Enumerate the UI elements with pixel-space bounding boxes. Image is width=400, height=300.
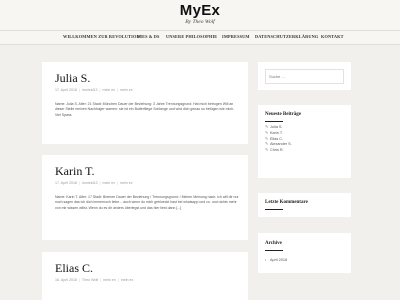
post-card: Elias C. 16. April 2018 | Theo Wolf | mein e… (42, 252, 248, 300)
post-card: Julia S. 17. April 2018 | ironieid13 | mein … (42, 62, 248, 144)
nav-item-impressum[interactable]: IMPRESSUM (222, 34, 250, 39)
search-input[interactable] (265, 69, 344, 84)
widget-title-underline (265, 209, 283, 210)
post-author[interactable]: ironieid13 (82, 88, 98, 92)
nav-item-philosophie[interactable]: UNSERE PHILOSOPHIE (166, 34, 217, 39)
post-date[interactable]: 17. April 2018 (55, 88, 77, 92)
nav-item-datenschutz[interactable]: DATENSCHUTZERKLÄRUNG (255, 34, 318, 39)
post-meta: 17. April 2018 | ironieid13 | mein ex | mein e… (55, 181, 133, 185)
widget-title: Letzte Kommentare (265, 200, 308, 205)
recent-post-label: Karin T. (270, 130, 283, 135)
site-title[interactable]: MyEx (0, 2, 400, 19)
recent-post-label: Elias C. (270, 136, 284, 141)
recent-comments-widget: Letzte Kommentare (258, 193, 351, 217)
post-title[interactable]: Julia S. (55, 71, 90, 86)
post-excerpt: Name: Karin T. Alter: 17 Stadt: Bremen D… (55, 195, 239, 210)
widget-title: Neueste Beiträge (265, 112, 301, 117)
post-tags[interactable]: mein ex (120, 88, 133, 92)
archive-item[interactable]: ▪ April 2018 (265, 258, 287, 262)
post-card: Karin T. 17. April 2018 | ironieid13 | mein … (42, 155, 248, 240)
nav-item-kontakt[interactable]: KONTAKT (321, 34, 344, 39)
post-author[interactable]: Theo Wolf (82, 278, 98, 282)
post-category[interactable]: mein ex (102, 88, 115, 92)
recent-post-label: Chris R. (270, 148, 284, 153)
nav-item-dies-ds[interactable]: DIES & DS (137, 34, 160, 39)
archive-label: April 2018 (270, 258, 288, 262)
widget-title-underline (265, 250, 283, 251)
archive-widget: Archive ▪ April 2018 (258, 233, 351, 273)
post-tags[interactable]: mein ex (121, 278, 134, 282)
post-author[interactable]: ironieid13 (82, 181, 98, 185)
post-title[interactable]: Elias C. (55, 261, 93, 276)
widget-title-underline (265, 121, 283, 122)
post-date[interactable]: 17. April 2018 (55, 181, 77, 185)
post-category[interactable]: mein ex (102, 181, 115, 185)
recent-post-label: Alexander S. (270, 142, 292, 147)
nav-item-willkommen[interactable]: WILLKOMMEN ZUR REVOLUTION! (63, 34, 141, 39)
recent-post-item[interactable]: ✎ Chris R. (265, 147, 292, 153)
post-meta: 17. April 2018 | ironieid13 | mein ex | mein e… (55, 88, 133, 92)
post-date[interactable]: 16. April 2018 (55, 278, 77, 282)
post-tags[interactable]: mein ex (120, 181, 133, 185)
widget-title: Archive (265, 241, 282, 246)
site-header: MyEx By Theo Wolf (0, 0, 400, 30)
post-excerpt: Name: Julia S. Alter: 21 Stadt: München … (55, 102, 234, 117)
post-title[interactable]: Karin T. (55, 164, 95, 179)
post-meta: 16. April 2018 | Theo Wolf | mein ex | mein ex (55, 278, 134, 282)
site-subtitle: By Theo Wolf (185, 19, 215, 25)
recent-posts-widget: Neueste Beiträge ✎ Julia S. ✎ Karin T. ✎ El… (258, 105, 351, 178)
main-navigation: WILLKOMMEN ZUR REVOLUTION! DIES & DS UNS… (0, 30, 400, 45)
post-category[interactable]: mein ex (103, 278, 116, 282)
search-widget (258, 62, 351, 90)
recent-posts-list: ✎ Julia S. ✎ Karin T. ✎ Elias C. ✎ Alexander… (265, 124, 292, 153)
recent-post-label: Julia S. (270, 125, 283, 129)
